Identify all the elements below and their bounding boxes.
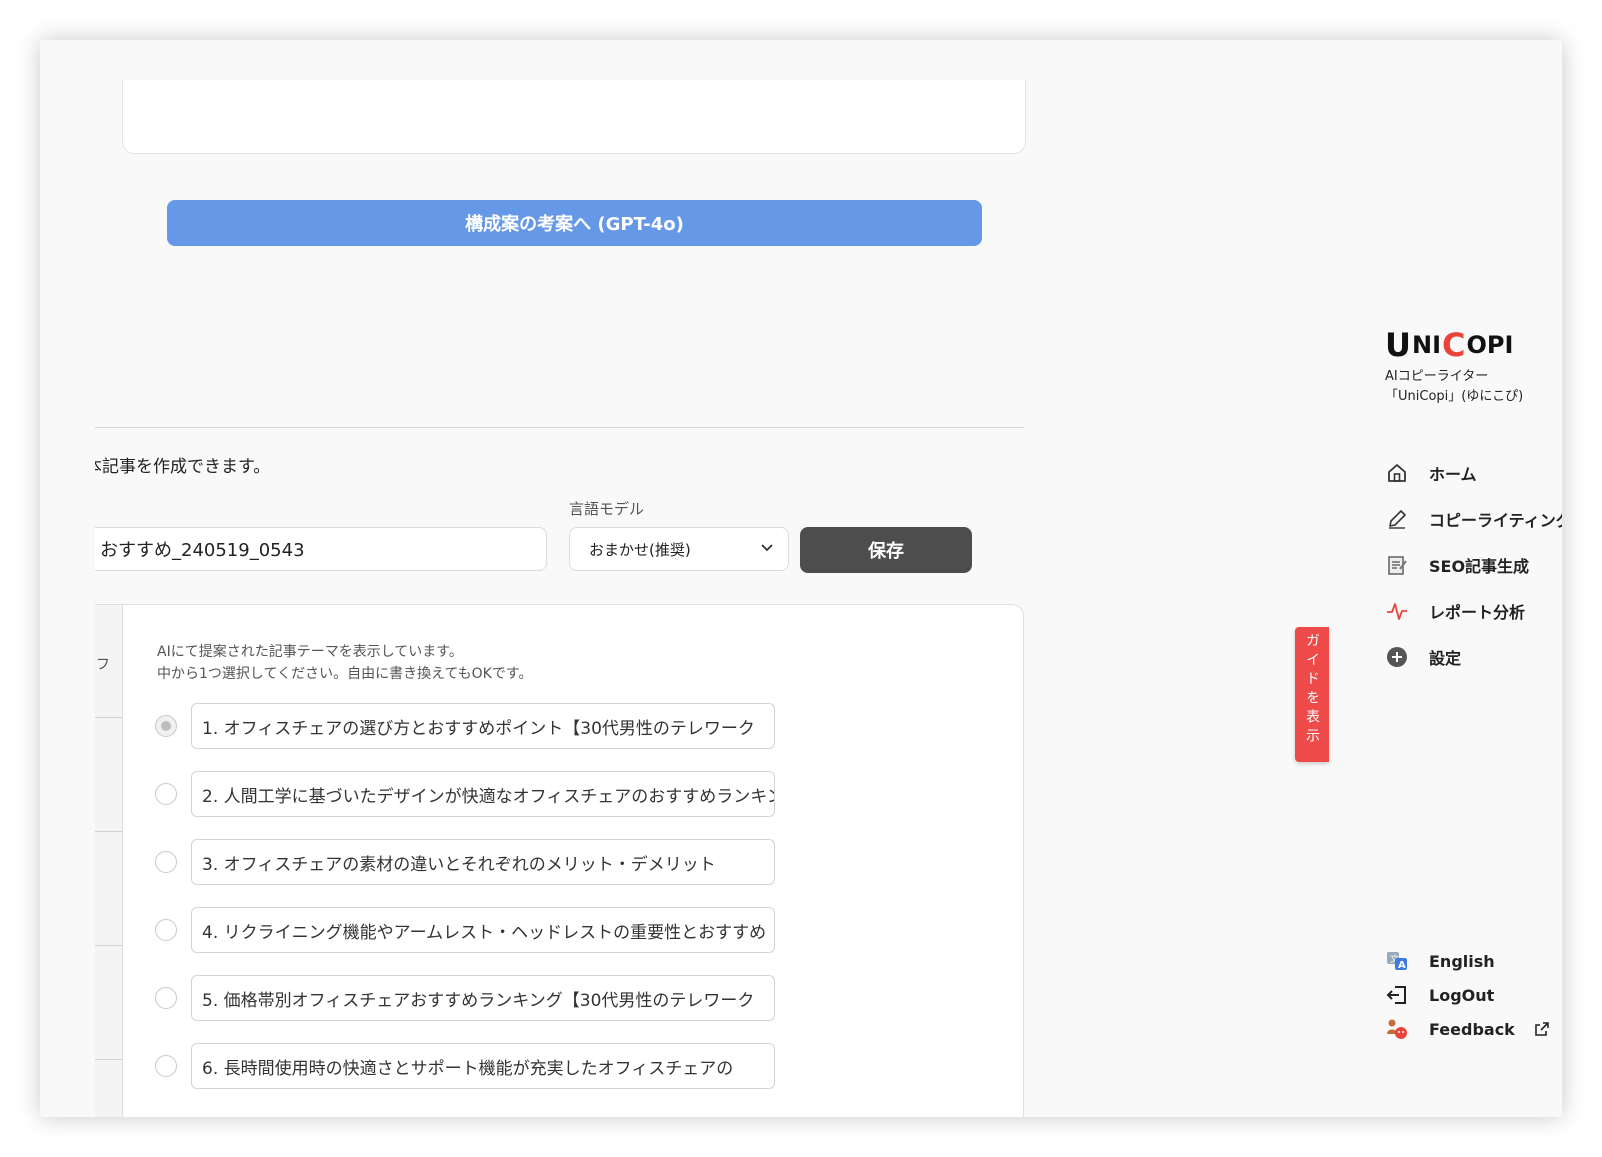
- nav-item-label: コピーライティング: [1429, 511, 1562, 530]
- svg-text:A: A: [1398, 960, 1406, 971]
- section-divider: [95, 427, 1024, 428]
- feedback-link[interactable]: Feedback: [1385, 1016, 1549, 1042]
- theme-radio[interactable]: [155, 919, 177, 941]
- theme-radio[interactable]: [155, 851, 177, 873]
- theme-option[interactable]: 5. 価格帯別オフィスチェアおすすめランキング【30代男性のテレワーク: [155, 975, 775, 1021]
- home-icon: [1385, 461, 1409, 485]
- theme-text-input[interactable]: 4. リクライニング機能やアームレスト・ヘッドレストの重要性とおすすめ: [191, 907, 775, 953]
- nav-item-copywriting[interactable]: コピーライティング: [1385, 505, 1562, 533]
- step-mark: フ: [96, 657, 110, 673]
- theme-text-input[interactable]: 5. 価格帯別オフィスチェアおすすめランキング【30代男性のテレワーク: [191, 975, 775, 1021]
- logout-label: LogOut: [1429, 985, 1495, 1005]
- guide-tab[interactable]: ガイドを表示: [1295, 627, 1329, 762]
- logo-part: OPI: [1466, 331, 1514, 359]
- feedback-icon: [1385, 1017, 1409, 1041]
- logout-icon: [1385, 983, 1409, 1007]
- feedback-label: Feedback: [1429, 1019, 1515, 1039]
- app-window: 構成案の考案へ (GPT-4o) 本記事を作成できます。 言語モデル おすすめ_…: [40, 40, 1562, 1117]
- pulse-icon: [1385, 599, 1409, 623]
- nav-item-label: ホーム: [1429, 465, 1477, 484]
- theme-option[interactable]: 4. リクライニング機能やアームレスト・ヘッドレストの重要性とおすすめ: [155, 907, 775, 953]
- chevron-down-icon: [760, 540, 774, 558]
- translate-icon: 文A: [1385, 949, 1409, 973]
- theme-option[interactable]: 6. 長時間使用時の快適さとサポート機能が充実したオフィスチェアの: [155, 1043, 775, 1089]
- theme-text-input[interactable]: 1. オフィスチェアの選び方とおすすめポイント【30代男性のテレワーク: [191, 703, 775, 749]
- save-button[interactable]: 保存: [800, 527, 972, 573]
- nav-item-seo[interactable]: SEO記事生成: [1385, 551, 1529, 579]
- step-divider: [95, 717, 122, 718]
- unicopi-logo[interactable]: U NI C OPI: [1385, 328, 1513, 362]
- theme-radio[interactable]: [155, 987, 177, 1009]
- step-divider: [95, 831, 122, 832]
- tagline: AIコピーライター 「UniCopi」(ゆにこぴ): [1385, 367, 1523, 407]
- nav-item-label: SEO記事生成: [1429, 557, 1530, 576]
- article-title-value: おすすめ_240519_0543: [100, 540, 305, 561]
- model-label: 言語モデル: [569, 500, 645, 518]
- step-strip: フ: [95, 605, 123, 1117]
- theme-radio[interactable]: [155, 715, 177, 737]
- theme-option[interactable]: 1. オフィスチェアの選び方とおすすめポイント【30代男性のテレワーク: [155, 703, 775, 749]
- theme-radio[interactable]: [155, 1055, 177, 1077]
- theme-option[interactable]: 3. オフィスチェアの素材の違いとそれぞれのメリット・デメリット: [155, 839, 775, 885]
- theme-text: 4. リクライニング機能やアームレスト・ヘッドレストの重要性とおすすめ: [202, 922, 767, 943]
- theme-text-input[interactable]: 6. 長時間使用時の快適さとサポート機能が充実したオフィスチェアの: [191, 1043, 775, 1089]
- theme-option[interactable]: 2. 人間工学に基づいたデザインが快適なオフィスチェアのおすすめランキング: [155, 771, 775, 817]
- nav-item-home[interactable]: ホーム: [1385, 459, 1477, 487]
- logo-part: U: [1385, 326, 1411, 364]
- guide-tab-label: ガイドを表示: [1304, 633, 1320, 747]
- language-switch[interactable]: 文A English: [1385, 948, 1495, 974]
- theme-text-input[interactable]: 2. 人間工学に基づいたデザインが快適なオフィスチェアのおすすめランキング: [191, 771, 775, 817]
- previous-section-card: [122, 80, 1026, 154]
- sidebar: U NI C OPI AIコピーライター 「UniCopi」(ゆにこぴ) ホーム…: [1385, 40, 1562, 1117]
- nav-item-label: レポート分析: [1429, 603, 1526, 622]
- theme-text: 6. 長時間使用時の快適さとサポート機能が充実したオフィスチェアの: [202, 1058, 734, 1079]
- pencil-icon: [1385, 507, 1409, 531]
- logout-button[interactable]: LogOut: [1385, 982, 1494, 1008]
- theme-description: AIにて提案された記事テーマを表示しています。 中から1つ選択してください。自由…: [157, 641, 532, 685]
- step-divider: [95, 945, 122, 946]
- logo-part: NI: [1411, 331, 1441, 359]
- theme-radio[interactable]: [155, 783, 177, 805]
- plus-circle-icon: [1385, 645, 1409, 669]
- step-divider: [95, 1059, 122, 1060]
- model-select-value: おまかせ(推奨): [589, 540, 691, 559]
- theme-description-line1: AIにて提案された記事テーマを表示しています。: [157, 644, 463, 660]
- nav-item-label: 設定: [1429, 649, 1462, 668]
- generate-outline-button[interactable]: 構成案の考案へ (GPT-4o): [167, 200, 982, 246]
- nav-item-settings[interactable]: 設定: [1385, 643, 1461, 671]
- nav-item-report[interactable]: レポート分析: [1385, 597, 1525, 625]
- language-label: English: [1429, 951, 1495, 971]
- theme-description-line2: 中から1つ選択してください。自由に書き換えてもOKです。: [157, 666, 533, 682]
- theme-text: 5. 価格帯別オフィスチェアおすすめランキング【30代男性のテレワーク: [202, 990, 755, 1011]
- theme-text: 3. オフィスチェアの素材の違いとそれぞれのメリット・デメリット: [202, 854, 716, 875]
- section-intro-label: 本記事を作成できます。: [85, 457, 271, 477]
- main-content: 構成案の考案へ (GPT-4o) 本記事を作成できます。 言語モデル おすすめ_…: [40, 40, 1050, 1117]
- tagline-line2: 「UniCopi」(ゆにこぴ): [1385, 389, 1524, 404]
- logo-part: C: [1442, 326, 1466, 364]
- external-link-icon: [1535, 1022, 1549, 1036]
- section-intro-text: 本記事を作成できます。: [95, 452, 270, 477]
- model-select[interactable]: おまかせ(推奨): [569, 527, 789, 571]
- theme-card: フ AIにて提案された記事テーマを表示しています。 中から1つ選択してください。…: [95, 604, 1024, 1117]
- theme-text: 1. オフィスチェアの選び方とおすすめポイント【30代男性のテレワーク: [202, 718, 755, 739]
- tagline-line1: AIコピーライター: [1385, 369, 1489, 384]
- document-icon: [1385, 553, 1409, 577]
- theme-text: 2. 人間工学に基づいたデザインが快適なオフィスチェアのおすすめランキング: [202, 786, 775, 807]
- theme-text-input[interactable]: 3. オフィスチェアの素材の違いとそれぞれのメリット・デメリット: [191, 839, 775, 885]
- article-title-input[interactable]: おすすめ_240519_0543: [95, 527, 547, 571]
